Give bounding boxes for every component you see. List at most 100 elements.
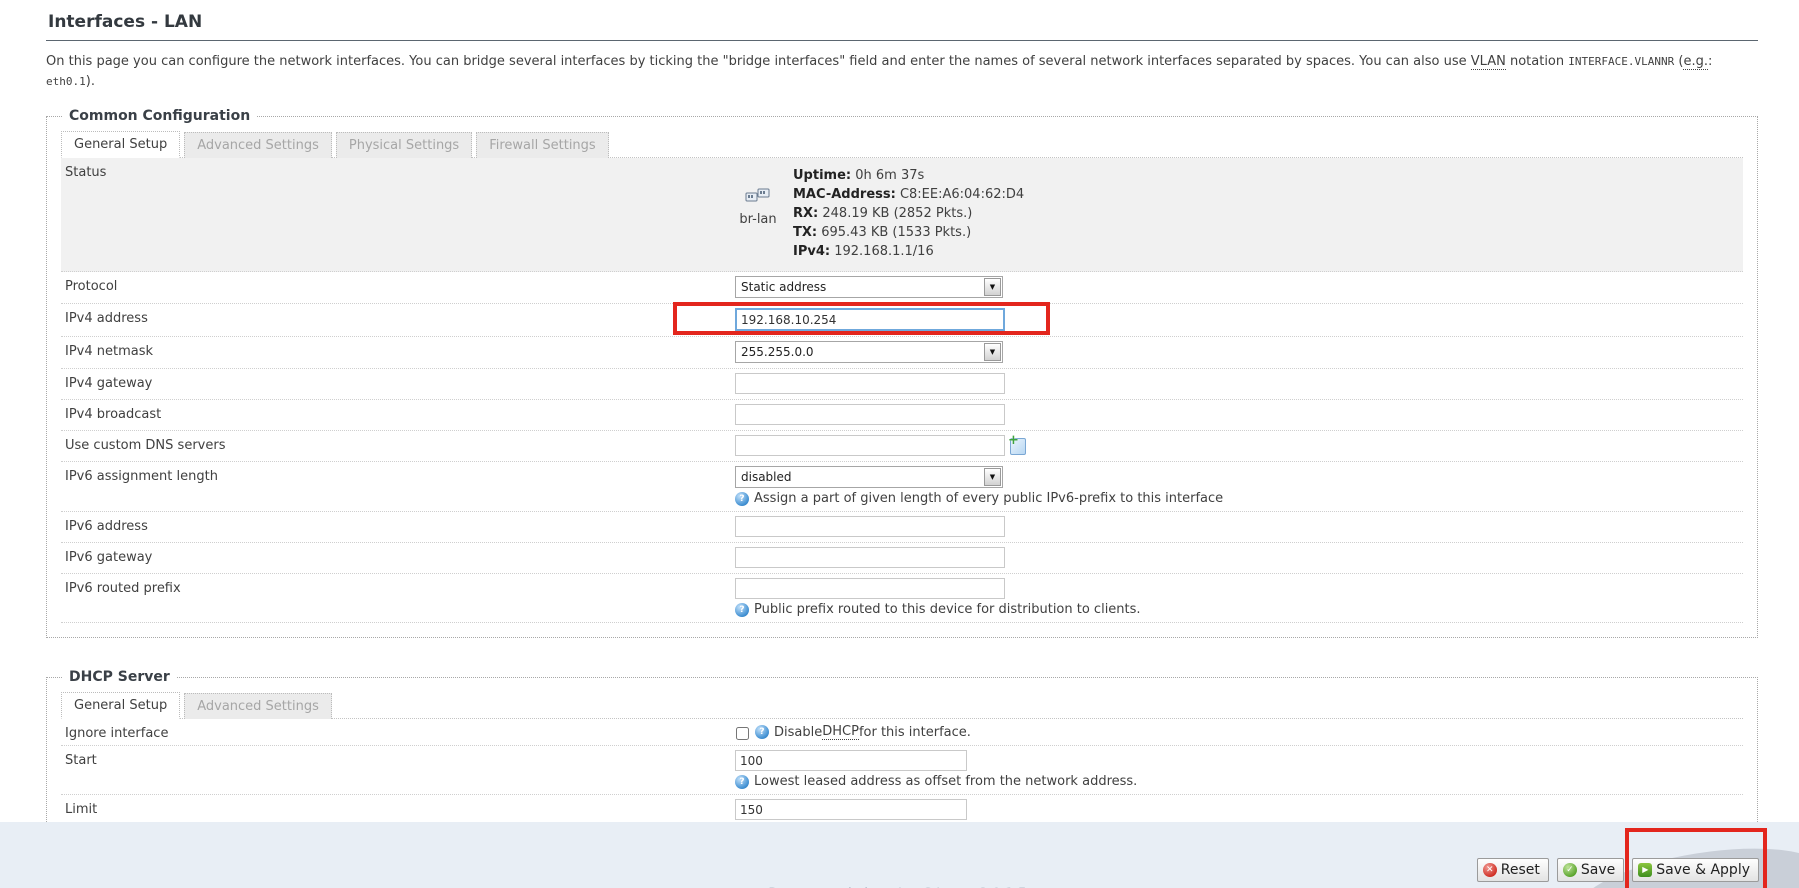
main-content: Interfaces - LAN On this page you can co… <box>0 0 1799 888</box>
rx-value: 248.19 KB (2852 Pkts.) <box>822 206 972 221</box>
custom-dns-label: Use custom DNS servers <box>61 433 735 453</box>
rx-line: RX: 248.19 KB (2852 Pkts.) <box>793 204 1024 223</box>
add-dns-icon[interactable]: + <box>1010 438 1026 455</box>
mac-label: MAC-Address: <box>793 187 896 202</box>
rx-label: RX: <box>793 206 818 221</box>
ipv6-gateway-row: IPv6 gateway <box>61 543 1743 574</box>
page-description: On this page you can configure the netwo… <box>46 52 1758 92</box>
interface-vlannr-code: INTERFACE.VLANNR <box>1568 55 1674 68</box>
page-title: Interfaces - LAN <box>46 10 1758 41</box>
dhcp-tabbar: General Setup Advanced Settings <box>61 691 1743 719</box>
ipv6-assignment-selected-value: disabled <box>741 470 792 484</box>
ipv4-netmask-label: IPv4 netmask <box>61 339 735 359</box>
save-button[interactable]: ✓ Save <box>1557 858 1624 882</box>
ipv4-gateway-input[interactable] <box>735 373 1005 394</box>
reset-button-label: Reset <box>1501 862 1540 878</box>
ipv4-address-label: IPv4 address <box>61 306 735 326</box>
ignore-interface-label: Ignore interface <box>61 721 735 741</box>
ipv4-broadcast-row: IPv4 broadcast <box>61 400 1743 431</box>
save-apply-button[interactable]: ▶ Save & Apply <box>1632 858 1759 882</box>
dhcp-start-input[interactable] <box>735 750 967 771</box>
reset-icon: ✕ <box>1483 863 1497 877</box>
protocol-label: Protocol <box>61 274 735 294</box>
tab-advanced-settings[interactable]: Advanced Settings <box>184 132 332 158</box>
description-text-1: On this page you can configure the netwo… <box>46 54 1471 69</box>
ipv6-prefix-help-text: Public prefix routed to this device for … <box>754 602 1141 617</box>
dhcp-tab-general-setup[interactable]: General Setup <box>61 692 180 719</box>
help-icon: ? <box>735 492 749 506</box>
ipv6-gateway-label: IPv6 gateway <box>61 545 735 565</box>
dhcp-start-row: Start ? Lowest leased address as offset … <box>61 746 1743 795</box>
status-label: Status <box>61 160 735 180</box>
chevron-down-icon[interactable]: ▼ <box>984 343 1001 361</box>
dhcp-server-legend: DHCP Server <box>63 669 176 685</box>
help-icon: ? <box>735 775 749 789</box>
ipv4-line: IPv4: 192.168.1.1/16 <box>793 242 1024 261</box>
ipv6-prefix-input[interactable] <box>735 578 1005 599</box>
mac-line: MAC-Address: C8:EE:A6:04:62:D4 <box>793 185 1024 204</box>
dhcp-tab-advanced-settings[interactable]: Advanced Settings <box>184 693 332 719</box>
save-apply-wrapper: ▶ Save & Apply <box>1632 857 1759 882</box>
vlan-abbr: VLAN <box>1471 54 1506 70</box>
save-apply-button-label: Save & Apply <box>1656 862 1750 878</box>
tx-value: 695.43 KB (1533 Pkts.) <box>821 225 971 240</box>
tab-firewall-settings[interactable]: Firewall Settings <box>476 132 608 158</box>
tx-label: TX: <box>793 225 817 240</box>
bridge-icon <box>745 188 771 206</box>
uptime-line: Uptime: 0h 6m 37s <box>793 166 1024 185</box>
uptime-label: Uptime: <box>793 168 851 183</box>
chevron-down-icon[interactable]: ▼ <box>984 468 1001 486</box>
status-field: br-lan Uptime: 0h 6m 37s MAC-Address: C8… <box>735 160 1743 269</box>
protocol-selected-value: Static address <box>741 280 826 294</box>
ipv4-label: IPv4: <box>793 244 830 259</box>
ipv4-netmask-select[interactable]: 255.255.0.0 ▼ <box>735 341 1003 363</box>
ipv4-gateway-row: IPv4 gateway <box>61 369 1743 400</box>
ipv6-address-input[interactable] <box>735 516 1005 537</box>
tab-physical-settings[interactable]: Physical Settings <box>336 132 472 158</box>
save-button-label: Save <box>1581 862 1615 878</box>
dhcp-limit-label: Limit <box>61 797 735 817</box>
dhcp-start-help: ? Lowest leased address as offset from t… <box>735 774 1743 789</box>
ignore-interface-row: Ignore interface ? Disable DHCP for this… <box>61 719 1743 746</box>
save-icon: ✓ <box>1563 863 1577 877</box>
ipv6-assignment-help: ? Assign a part of given length of every… <box>735 491 1743 506</box>
ignore-interface-checkbox[interactable] <box>736 727 749 740</box>
ipv4-gateway-label: IPv4 gateway <box>61 371 735 391</box>
interface-block: br-lan <box>735 166 781 261</box>
bottom-strip: Powered by LuCI © 2015 ✕ Reset ✓ Save ▶ … <box>0 822 1799 888</box>
dhcp-start-help-text: Lowest leased address as offset from the… <box>754 774 1137 789</box>
description-text-5: ). <box>86 74 95 89</box>
ipv6-assignment-help-text: Assign a part of given length of every p… <box>754 491 1223 506</box>
help-icon: ? <box>755 725 769 739</box>
dhcp-limit-input[interactable] <box>735 799 967 820</box>
ipv4-address-input[interactable] <box>735 308 1005 331</box>
mac-value: C8:EE:A6:04:62:D4 <box>900 187 1024 202</box>
eth-code: eth0.1 <box>46 75 86 88</box>
common-tabbar: General Setup Advanced Settings Physical… <box>61 130 1743 158</box>
tab-general-setup[interactable]: General Setup <box>61 131 180 158</box>
common-configuration-section: Common Configuration General Setup Advan… <box>46 108 1758 638</box>
help-icon: ? <box>735 603 749 617</box>
description-text-4: : <box>1708 54 1712 69</box>
ipv6-prefix-row: IPv6 routed prefix ? Public prefix route… <box>61 574 1743 623</box>
ipv6-assignment-row: IPv6 assignment length disabled ▼ ? Assi… <box>61 462 1743 512</box>
ipv6-prefix-label: IPv6 routed prefix <box>61 576 735 596</box>
ipv4-address-row: IPv4 address <box>61 304 1743 337</box>
ipv4-netmask-selected-value: 255.255.0.0 <box>741 345 814 359</box>
protocol-select[interactable]: Static address ▼ <box>735 276 1003 298</box>
ipv4-broadcast-input[interactable] <box>735 404 1005 425</box>
tx-line: TX: 695.43 KB (1533 Pkts.) <box>793 223 1024 242</box>
chevron-down-icon[interactable]: ▼ <box>984 278 1001 296</box>
ipv6-address-label: IPv6 address <box>61 514 735 534</box>
dhcp-start-label: Start <box>61 748 735 768</box>
custom-dns-row: Use custom DNS servers + <box>61 431 1743 462</box>
ipv6-prefix-help: ? Public prefix routed to this device fo… <box>735 602 1743 617</box>
status-row: Status br-lan Upti <box>61 158 1743 272</box>
ipv6-gateway-input[interactable] <box>735 547 1005 568</box>
ipv6-assignment-select[interactable]: disabled ▼ <box>735 466 1003 488</box>
ipv4-value: 192.168.1.1/16 <box>834 244 934 259</box>
custom-dns-input[interactable] <box>735 435 1005 456</box>
reset-button[interactable]: ✕ Reset <box>1477 858 1549 882</box>
description-text-2: notation <box>1506 54 1568 69</box>
status-info: Uptime: 0h 6m 37s MAC-Address: C8:EE:A6:… <box>793 166 1024 261</box>
